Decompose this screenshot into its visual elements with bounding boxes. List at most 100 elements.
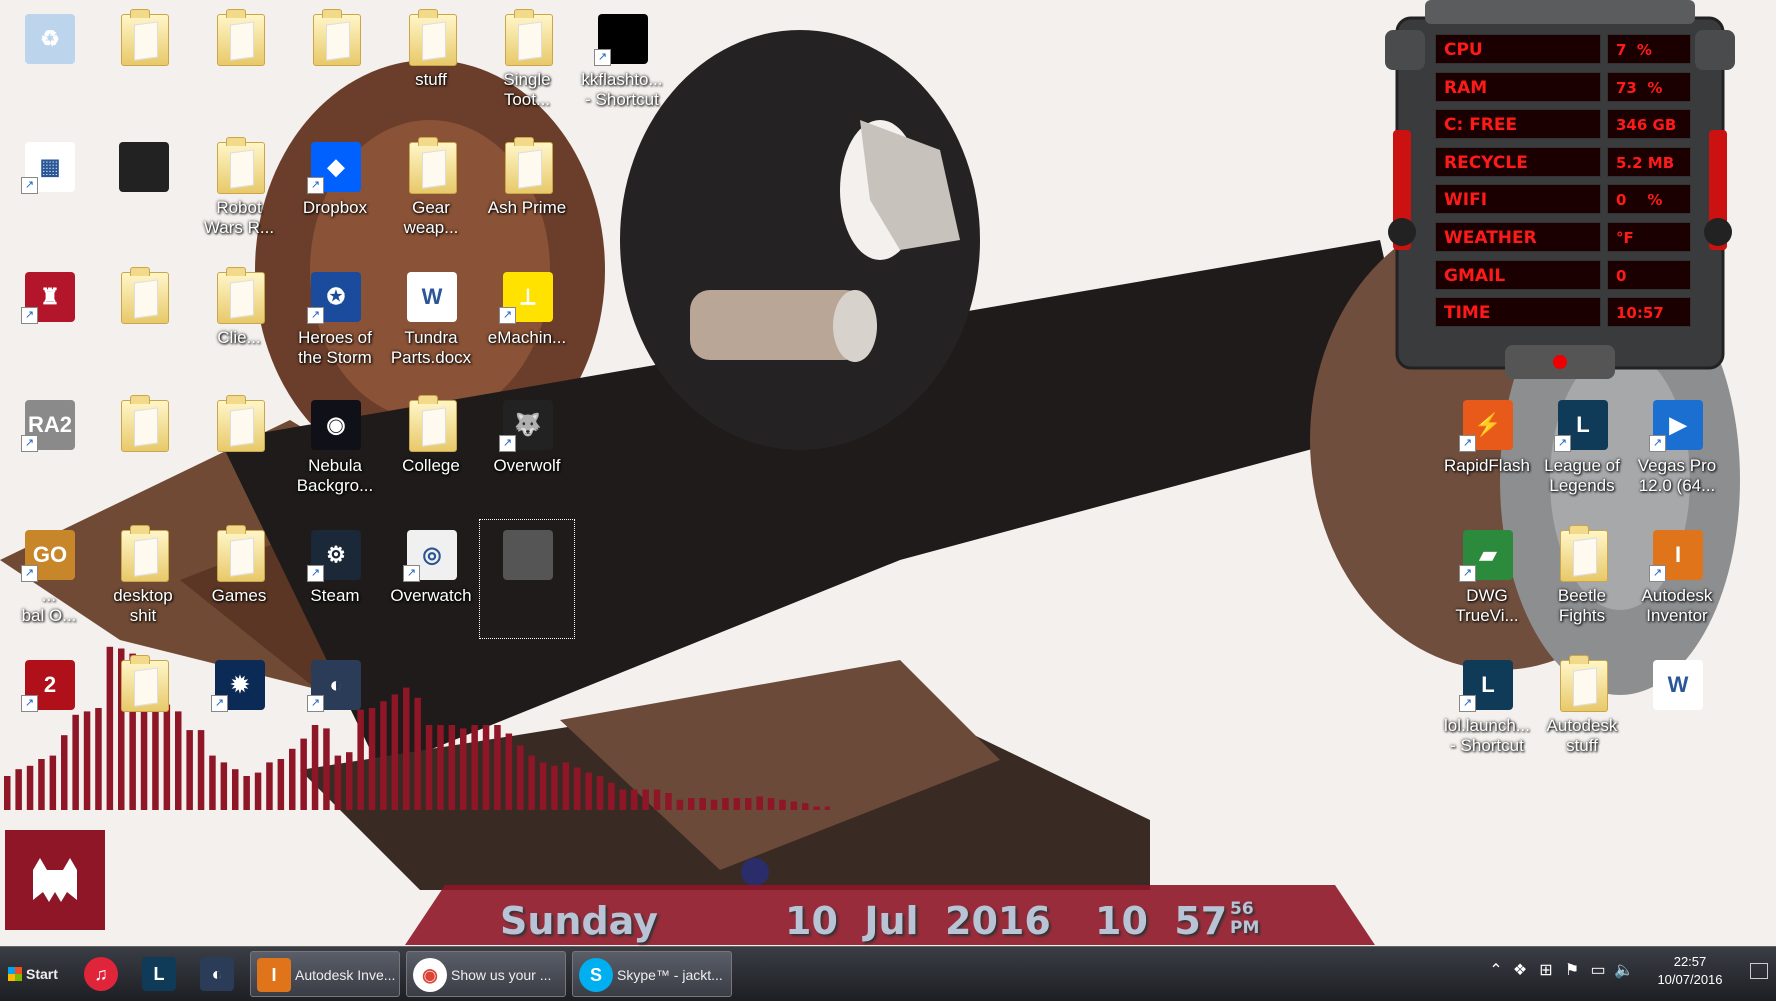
visualizer-bar: [699, 798, 706, 810]
desktop-icon[interactable]: College: [384, 390, 478, 508]
taskbar-button-skype[interactable]: S Skype™ - jackt...: [572, 951, 732, 997]
desktop-icon[interactable]: [96, 132, 190, 250]
desktop-icon[interactable]: [96, 4, 190, 122]
emachine-icon: ⟂ ↗: [499, 268, 555, 324]
desktop-icon[interactable]: [96, 390, 190, 508]
desktop-icon[interactable]: L ↗ lol.launch... - Shortcut: [1440, 650, 1534, 768]
meter-row-value: 0: [1607, 259, 1691, 290]
folder-icon: [211, 267, 267, 324]
desktop-icon[interactable]: ♜ ↗: [2, 262, 96, 380]
desktop-icon[interactable]: [288, 4, 382, 122]
desktop-icon[interactable]: ⚙ ↗ Steam: [288, 520, 382, 638]
desktop-icon[interactable]: ✹ ↗: [192, 650, 286, 768]
desktop-icon[interactable]: [479, 519, 575, 639]
desktop-icon[interactable]: ▶ ↗ Vegas Pro 12.0 (64...: [1630, 390, 1724, 508]
desktop-icon-label: Beetle Fights: [1557, 586, 1607, 625]
inventor-icon: I ↗: [1649, 526, 1705, 582]
desktop-icon[interactable]: Robot Wars R...: [192, 132, 286, 250]
desktop-icon[interactable]: desktop shit: [96, 520, 190, 638]
visualizer-bar: [585, 772, 592, 810]
meter-row: WIFI 0 %: [1435, 184, 1691, 216]
folder-icon: [403, 395, 459, 452]
desktop-icon[interactable]: GO ↗ ... bal O...: [2, 520, 96, 638]
desktop-icon[interactable]: Clie...: [192, 262, 286, 380]
visualizer-bar: [414, 697, 421, 810]
shortcut-icon: ↗: [594, 10, 650, 66]
meter-row: WEATHER °F: [1435, 222, 1691, 254]
windows-tray-icon[interactable]: ⊞: [1536, 961, 1556, 981]
folder-icon: [115, 525, 171, 582]
meter-row-label: C: FREE: [1435, 109, 1601, 140]
desktop-icon[interactable]: stuff: [384, 4, 478, 122]
desktop-icon[interactable]: [96, 262, 190, 380]
start-button[interactable]: Start: [2, 951, 68, 997]
shortcut-arrow-icon: ↗: [499, 307, 516, 324]
desktop-icon[interactable]: ⚡ ↗ RapidFlash: [1440, 390, 1534, 508]
network-icon[interactable]: ▭: [1588, 961, 1608, 981]
visualizer-bar: [4, 776, 11, 810]
desktop-icon[interactable]: ◆ ↗ Dropbox: [288, 132, 382, 250]
desktop-icon[interactable]: ✪ ↗ Heroes of the Storm: [288, 262, 382, 380]
visualizer-bar: [232, 769, 239, 810]
taskbar-button-inventor[interactable]: I Autodesk Inve...: [250, 951, 400, 997]
desktop-icon[interactable]: L ↗ League of Legends: [1535, 390, 1629, 508]
taskbar-button-label: Skype™ - jackt...: [617, 967, 723, 983]
desktop-icon[interactable]: ⟂ ↗ eMachin...: [480, 262, 574, 380]
desktop-icon-label: Steam: [310, 586, 360, 605]
visualizer-bar: [676, 799, 684, 810]
desktop-icon[interactable]: I ↗ Autodesk Inventor: [1630, 520, 1724, 638]
volume-icon[interactable]: 🔈: [1614, 961, 1634, 981]
taskbar-button-itunes[interactable]: ♫: [78, 951, 130, 997]
folder-icon: [115, 267, 171, 324]
show-desktop-button[interactable]: [1750, 963, 1768, 979]
folder-icon: [211, 525, 267, 582]
desktop-icon-label: lol.launch... - Shortcut: [1444, 716, 1530, 755]
desktop-icon[interactable]: [192, 390, 286, 508]
taskbar-button-lol[interactable]: L: [136, 951, 188, 997]
desktop-icon[interactable]: Gear weap...: [384, 132, 478, 250]
desktop-icon[interactable]: Beetle Fights: [1535, 520, 1629, 638]
visualizer-bar: [505, 733, 513, 810]
shortcut-arrow-icon: ↗: [594, 49, 611, 66]
desktop-icon[interactable]: ◉ Nebula Backgro...: [288, 390, 382, 508]
desktop-icon-label: Overwatch: [390, 586, 472, 605]
desktop-icon[interactable]: [192, 4, 286, 122]
overwatch-icon: ◎ ↗: [403, 526, 459, 582]
word-icon: W: [403, 268, 459, 324]
shortcut-arrow-icon: ↗: [21, 307, 38, 324]
desktop-icon[interactable]: Ash Prime: [480, 132, 574, 250]
meter-row-value: 5.2 MB: [1607, 146, 1691, 177]
desktop-icon-label: Heroes of the Storm: [298, 328, 372, 367]
desktop-icon[interactable]: W: [1630, 650, 1724, 768]
desktop-icon[interactable]: 2 ↗: [2, 650, 96, 768]
visualizer-bar: [653, 789, 661, 810]
desktop-icon[interactable]: W Tundra Parts.docx: [384, 262, 478, 380]
desktop-icon[interactable]: Autodesk stuff: [1535, 650, 1629, 768]
desktop-icon-label: ... bal O...: [21, 586, 77, 625]
desktop-icon[interactable]: 🐺 ↗ Overwolf: [480, 390, 574, 508]
action-center-flag-icon[interactable]: ⚑: [1562, 961, 1582, 981]
desktop-icon[interactable]: ◐ ↗: [288, 650, 382, 768]
desktop-icon[interactable]: [96, 650, 190, 768]
desktop-icon[interactable]: Games: [192, 520, 286, 638]
battlenet-icon: ✹ ↗: [211, 656, 267, 712]
overwolf-icon: 🐺 ↗: [499, 396, 555, 452]
desktop-icon-label: eMachin...: [487, 328, 567, 347]
desktop-icon[interactable]: ↗ kkflashto... - Shortcut: [575, 4, 669, 122]
show-hidden-icons-chevron-icon[interactable]: ⌃: [1486, 961, 1506, 981]
taskbar-button-teamspeak[interactable]: ◐: [194, 951, 246, 997]
desktop-icon[interactable]: ◎ ↗ Overwatch: [384, 520, 478, 638]
taskbar-button-chrome[interactable]: ◉ Show us your ...: [406, 951, 566, 997]
desktop-icon[interactable]: ♻: [2, 4, 96, 122]
dropbox-tray-icon[interactable]: ❖: [1510, 961, 1530, 981]
desktop-icon[interactable]: ▦ ↗: [2, 132, 96, 250]
desktop-icon[interactable]: Single Toot...: [480, 4, 574, 122]
visualizer-bar: [802, 803, 809, 810]
desktop-icon-label: Autodesk Inventor: [1641, 586, 1713, 625]
desktop-icon[interactable]: ▰ ↗ DWG TrueVi...: [1440, 520, 1534, 638]
system-clock[interactable]: 22:57 10/07/2016: [1650, 953, 1730, 993]
clock-seconds: 56: [1230, 899, 1254, 919]
date-clock-widget: Sunday 10 Jul 2016 10 57 56 PM: [405, 885, 1375, 945]
desktop-icon[interactable]: RA2 ↗: [2, 390, 96, 508]
desktop-icon-label: Clie...: [217, 328, 261, 347]
